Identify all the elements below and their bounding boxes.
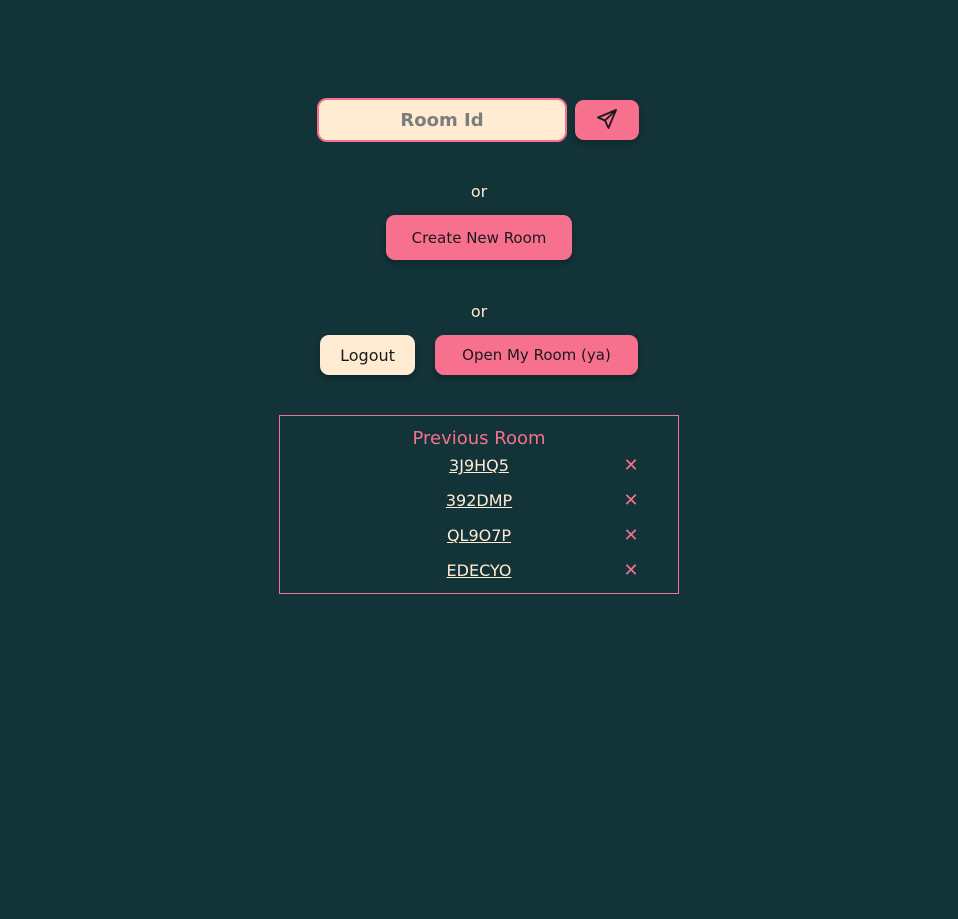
- close-icon[interactable]: ✕: [620, 454, 642, 478]
- paper-plane-icon: [595, 107, 619, 134]
- room-link[interactable]: EDECYO: [280, 559, 678, 583]
- list-item: EDECYO ✕: [280, 559, 678, 583]
- open-my-room-button[interactable]: Open My Room (ya): [435, 335, 638, 375]
- list-item: 3J9HQ5 ✕: [280, 454, 678, 478]
- logout-button[interactable]: Logout: [320, 335, 415, 375]
- close-icon[interactable]: ✕: [620, 559, 642, 583]
- or-separator: or: [470, 182, 488, 201]
- join-room-button[interactable]: [575, 100, 639, 140]
- create-new-room-button[interactable]: Create New Room: [386, 215, 572, 260]
- close-icon[interactable]: ✕: [620, 489, 642, 513]
- close-icon[interactable]: ✕: [620, 524, 642, 548]
- room-link[interactable]: 3J9HQ5: [280, 454, 678, 478]
- room-link[interactable]: QL9O7P: [280, 524, 678, 548]
- list-item: QL9O7P ✕: [280, 524, 678, 548]
- list-item: 392DMP ✕: [280, 489, 678, 513]
- room-id-input[interactable]: [317, 98, 567, 142]
- room-link[interactable]: 392DMP: [280, 489, 678, 513]
- join-room-row: [317, 98, 639, 142]
- previous-rooms-title: Previous Room: [412, 428, 546, 449]
- or-separator: or: [470, 302, 488, 321]
- previous-rooms-panel: Previous Room 3J9HQ5 ✕ 392DMP ✕ QL9O7P ✕…: [279, 415, 679, 594]
